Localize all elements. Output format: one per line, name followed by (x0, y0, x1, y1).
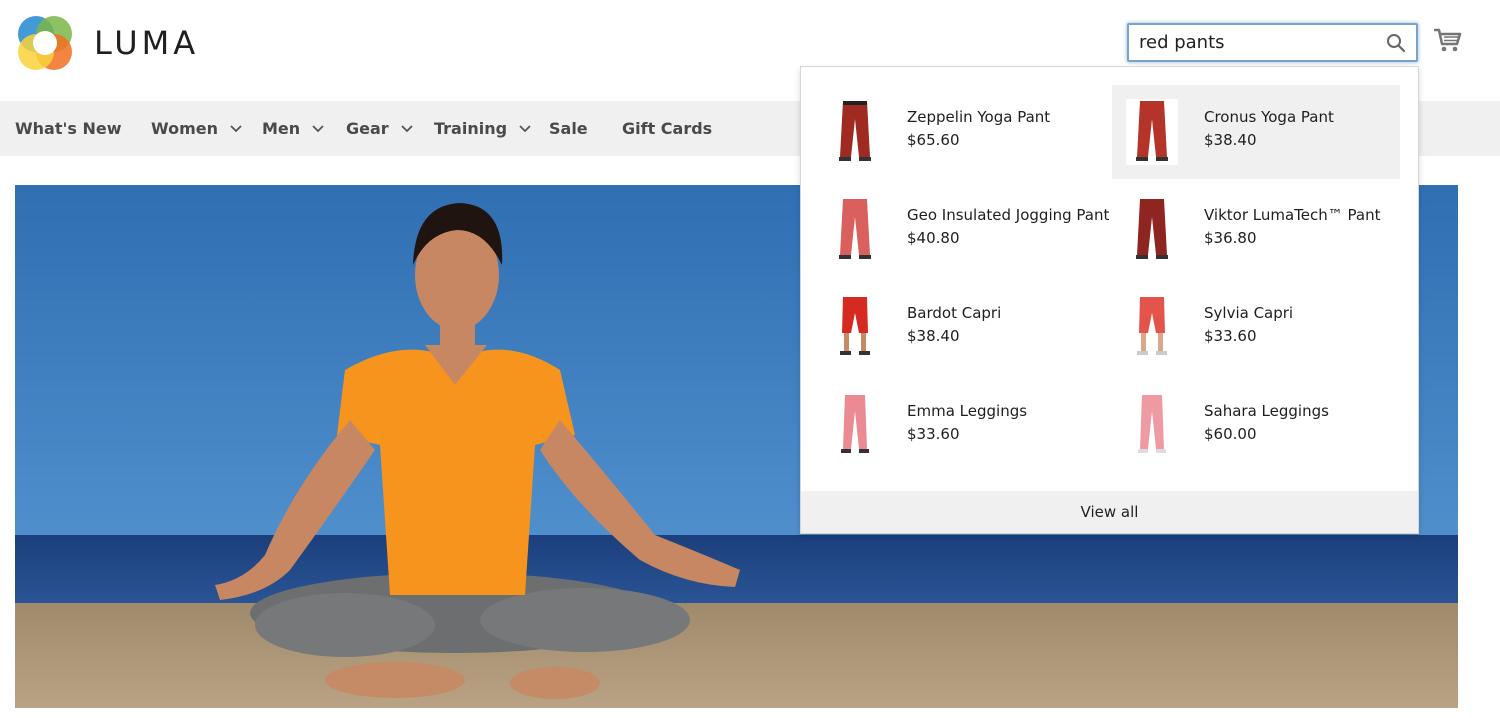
nav-item-whats-new[interactable]: What's New (15, 101, 122, 156)
search-box (1127, 23, 1418, 62)
product-name: Zeppelin Yoga Pant (907, 108, 1051, 126)
chevron-down-icon (312, 124, 324, 132)
product-thumbnail (1137, 297, 1167, 355)
nav-item-men[interactable]: Men (262, 101, 324, 156)
nav-item-sale[interactable]: Sale (549, 101, 588, 156)
product-thumbnail (839, 101, 871, 161)
product-name: Sylvia Capri (1204, 304, 1294, 322)
nav-item-women[interactable]: Women (151, 101, 242, 156)
product-thumbnail (1138, 395, 1166, 453)
nav-item-label: Sale (549, 119, 588, 138)
product-name: Cronus Yoga Pant (1204, 108, 1334, 126)
chevron-down-icon (519, 124, 531, 132)
nav-item-gear[interactable]: Gear (346, 101, 413, 156)
product-price: $65.60 (907, 131, 960, 149)
product-name: Emma Leggings (907, 402, 1028, 420)
nav-item-gift-cards[interactable]: Gift Cards (622, 101, 712, 156)
product-price: $36.80 (1204, 229, 1257, 247)
product-price: $40.80 (907, 229, 960, 247)
product-price: $38.40 (907, 327, 960, 345)
logo-text: LUMA (94, 24, 200, 62)
chevron-down-icon (401, 124, 413, 132)
product-thumbnail (840, 297, 870, 355)
product-thumbnail (839, 199, 871, 259)
search-input[interactable] (1129, 25, 1379, 60)
search-result-item[interactable]: Geo Insulated Jogging Pant $40.80 (815, 183, 1109, 277)
product-price: $38.40 (1204, 131, 1257, 149)
view-all-link[interactable]: View all (801, 491, 1418, 533)
search-result-item[interactable]: Sahara Leggings $60.00 (1112, 379, 1400, 473)
product-price: $33.60 (1204, 327, 1257, 345)
nav-item-label: Women (151, 119, 218, 138)
search-result-item[interactable]: Viktor LumaTech™ Pant $36.80 (1112, 183, 1400, 277)
nav-item-training[interactable]: Training (434, 101, 531, 156)
search-result-item[interactable]: Zeppelin Yoga Pant $65.60 (815, 85, 1103, 179)
search-icon[interactable] (1386, 33, 1406, 53)
product-thumbnail (841, 395, 869, 453)
nav-item-label: What's New (15, 119, 122, 138)
search-result-item[interactable]: Sylvia Capri $33.60 (1112, 281, 1400, 375)
product-price: $60.00 (1204, 425, 1257, 443)
product-name: Bardot Capri (907, 304, 1002, 322)
product-name: Sahara Leggings (1204, 402, 1329, 420)
luma-logo-icon (18, 16, 72, 70)
search-autocomplete: Zeppelin Yoga Pant $65.60 Cronus Yoga Pa… (800, 66, 1419, 534)
luma-logo[interactable]: LUMA (16, 14, 199, 72)
nav-item-label: Training (434, 119, 508, 138)
cart-icon[interactable] (1432, 26, 1462, 54)
product-name: Viktor LumaTech™ Pant (1204, 206, 1381, 224)
search-result-item[interactable]: Emma Leggings $33.60 (815, 379, 1103, 473)
product-price: $33.60 (907, 425, 960, 443)
search-result-item[interactable]: Bardot Capri $38.40 (815, 281, 1103, 375)
nav-item-label: Gift Cards (622, 119, 713, 138)
product-thumbnail (1136, 199, 1168, 259)
product-thumbnail (1126, 99, 1178, 165)
search-result-item[interactable]: Cronus Yoga Pant $38.40 (1112, 85, 1400, 179)
view-all-label: View all (1080, 503, 1139, 521)
chevron-down-icon (230, 124, 242, 132)
nav-item-label: Gear (346, 119, 389, 138)
product-name: Geo Insulated Jogging Pant (907, 206, 1110, 224)
nav-item-label: Men (262, 119, 301, 138)
